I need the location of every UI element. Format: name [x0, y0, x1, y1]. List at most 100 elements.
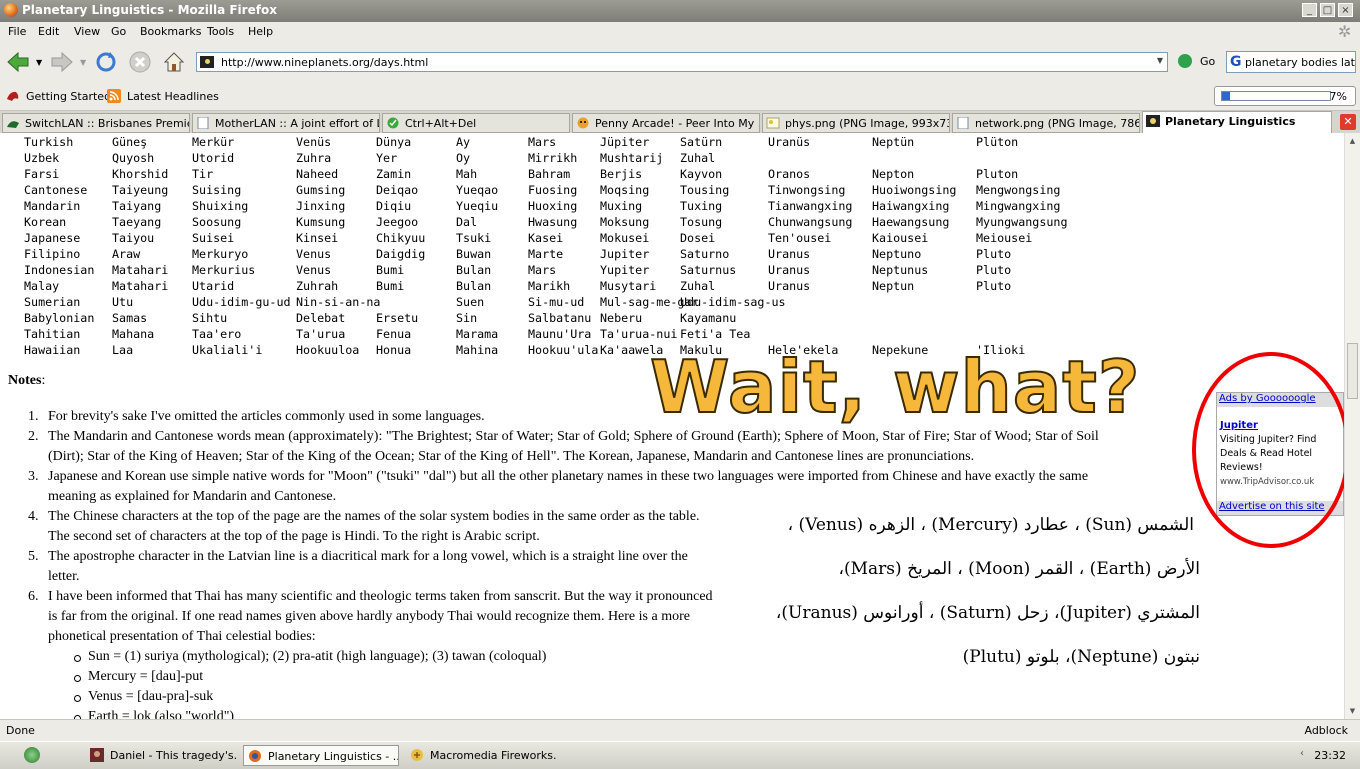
planet-name-cell: Haiwangxing: [872, 199, 950, 213]
clock: 23:32: [1314, 749, 1346, 762]
menu-go[interactable]: Go: [111, 25, 126, 38]
planet-name-cell: Güneş: [112, 135, 148, 149]
language-cell: Babylonian: [24, 311, 95, 325]
maximize-button[interactable]: □: [1320, 3, 1335, 17]
language-cell: Indonesian: [24, 263, 95, 277]
language-cell: Mandarin: [24, 199, 81, 213]
planet-name-cell: Marikh: [528, 279, 571, 293]
planet-name-cell: Matahari: [112, 263, 169, 277]
url-dropdown-icon[interactable]: ▼: [1157, 56, 1163, 65]
arabic-line: المشتري (Jupiter)، زحل (Saturn) ، أورانو…: [775, 603, 1200, 623]
window-titlebar[interactable]: Planetary Linguistics - Mozilla Firefox …: [0, 0, 1360, 22]
planet-name-cell: Taa'ero: [192, 327, 242, 341]
note-item: 5. The apostrophe character in the Latvi…: [28, 549, 688, 584]
language-cell: Filipino: [24, 247, 81, 261]
bookmark-label: Latest Headlines: [127, 90, 219, 103]
planet-name-cell: Marte: [528, 247, 564, 261]
note-item: 4. The Chinese characters at the top of …: [28, 509, 700, 544]
planet-name-cell: Shuixing: [192, 199, 249, 213]
planet-name-cell: Neptuno: [872, 247, 922, 261]
menu-file[interactable]: File: [8, 25, 26, 38]
language-cell: Farsi: [24, 167, 60, 181]
planet-name-cell: Bumi: [376, 263, 405, 277]
arabic-line: نبتون (Neptune)، بلوتو (Plutu): [962, 647, 1200, 667]
url-bar[interactable]: http://www.nineplanets.org/days.html ▼: [196, 52, 1168, 72]
menu-tools[interactable]: Tools: [207, 25, 234, 38]
scroll-up-icon[interactable]: ▲: [1347, 135, 1358, 147]
planet-name-cell: Bahram: [528, 167, 571, 181]
planet-name-cell: Daigdig: [376, 247, 426, 261]
planet-name-cell: Tosung: [680, 215, 723, 229]
tab-motherlan[interactable]: MotherLAN :: A joint effort of L...: [192, 113, 380, 133]
back-arrow-icon[interactable]: [6, 50, 30, 74]
vertical-scrollbar[interactable]: ▲ ▼: [1344, 133, 1360, 719]
planet-name-cell: Yupiter: [600, 263, 650, 277]
menu-bookmarks[interactable]: Bookmarks: [140, 25, 201, 38]
scroll-thumb[interactable]: [1347, 343, 1358, 399]
planet-name-cell: Pluton: [976, 167, 1019, 181]
menu-help[interactable]: Help: [248, 25, 273, 38]
page-icon: [197, 117, 209, 129]
menu-view[interactable]: View: [74, 25, 100, 38]
note-item: 6. I have been informed that Thai has ma…: [28, 589, 713, 644]
throbber-icon: ✲: [1338, 22, 1352, 41]
planet-name-cell: Zuhra: [296, 151, 332, 165]
planet-name-cell: Jüpiter: [600, 135, 650, 149]
planet-name-cell: Tousing: [680, 183, 730, 197]
language-cell: Sumerian: [24, 295, 81, 309]
navigation-toolbar: ▼ ▼ http://www.nineplanets.org/days.html…: [0, 42, 1360, 82]
language-cell: Turkish: [24, 135, 74, 149]
scroll-down-icon[interactable]: ▼: [1347, 705, 1358, 717]
home-icon[interactable]: [162, 50, 186, 74]
planet-name-cell: Merkuryo: [192, 247, 249, 261]
bookmark-getting-started[interactable]: Getting Started: [7, 90, 111, 103]
taskbar: Daniel - This tragedy's... Planetary Lin…: [0, 741, 1360, 769]
planet-name-cell: Delebat: [296, 311, 346, 325]
back-dropdown-icon[interactable]: ▼: [36, 58, 42, 67]
planet-name-cell: Nin-si-an-na: [296, 295, 381, 309]
language-cell: Japanese: [24, 231, 81, 245]
thai-subnote: Mercury = [dau]-put: [73, 669, 204, 684]
wait-what-overlay: Wait, what?: [649, 344, 1141, 430]
bookmark-latest-headlines[interactable]: Latest Headlines: [107, 89, 219, 103]
forward-dropdown-icon[interactable]: ▼: [80, 58, 86, 67]
search-input[interactable]: G planetary bodies latin: [1226, 51, 1356, 73]
arabic-line: الأرض (Earth) ، القمر (Moon) ، المريخ (M…: [838, 559, 1201, 579]
close-window-button[interactable]: ×: [1338, 3, 1353, 17]
menu-bar: File Edit View Go Bookmarks Tools Help ✲: [0, 22, 1360, 42]
tab-planetary-linguistics[interactable]: Planetary Linguistics: [1142, 111, 1332, 133]
firefox-icon: [249, 750, 261, 762]
tab-network-png[interactable]: network.png (PNG Image, 786...: [952, 113, 1140, 133]
stop-icon[interactable]: [128, 50, 152, 74]
planet-name-cell: Hookuuloa: [296, 343, 360, 357]
planet-name-cell: Maunu'Ura: [528, 327, 592, 341]
planet-name-cell: Bulan: [456, 263, 492, 277]
planet-name-cell: Uranus: [768, 279, 811, 293]
taskbar-item-daniel[interactable]: Daniel - This tragedy's...: [86, 745, 236, 766]
planet-name-cell: Saturnus: [680, 263, 737, 277]
planet-name-cell: Ten'ousei: [768, 231, 832, 245]
planet-name-cell: Zuhal: [680, 151, 716, 165]
adblock-button[interactable]: Adblock: [1304, 724, 1348, 737]
tab-phys-png[interactable]: phys.png (PNG Image, 993x73...: [762, 113, 950, 133]
menu-edit[interactable]: Edit: [38, 25, 59, 38]
reload-icon[interactable]: [94, 50, 118, 74]
tray-expand-icon[interactable]: ‹: [1300, 748, 1304, 759]
tab-label: SwitchLAN :: Brisbanes Premier...: [25, 117, 190, 130]
taskbar-item-fireworks[interactable]: Macromedia Fireworks...: [406, 745, 556, 766]
minimize-button[interactable]: _: [1302, 3, 1317, 17]
start-button[interactable]: [24, 747, 40, 763]
planet-name-cell: Udu-idim-gu-ud: [192, 295, 291, 309]
planet-name-cell: Nepton: [872, 167, 915, 181]
tab-ctrl-alt-del[interactable]: Ctrl+Alt+Del: [382, 113, 570, 133]
close-tab-button[interactable]: ✕: [1340, 114, 1356, 130]
forward-arrow-icon[interactable]: [50, 50, 74, 74]
language-cell: Tahitian: [24, 327, 81, 341]
taskbar-item-firefox[interactable]: Planetary Linguistics - ...: [243, 745, 399, 766]
image-icon: [766, 117, 780, 129]
tab-penny-arcade[interactable]: Penny Arcade! - Peer Into My ...: [572, 113, 760, 133]
planet-name-cell: Mokusei: [600, 231, 650, 245]
planet-name-cell: Salbatanu: [528, 311, 592, 325]
tab-switchlan[interactable]: SwitchLAN :: Brisbanes Premier...: [2, 113, 190, 133]
url-text: http://www.nineplanets.org/days.html: [221, 56, 429, 69]
